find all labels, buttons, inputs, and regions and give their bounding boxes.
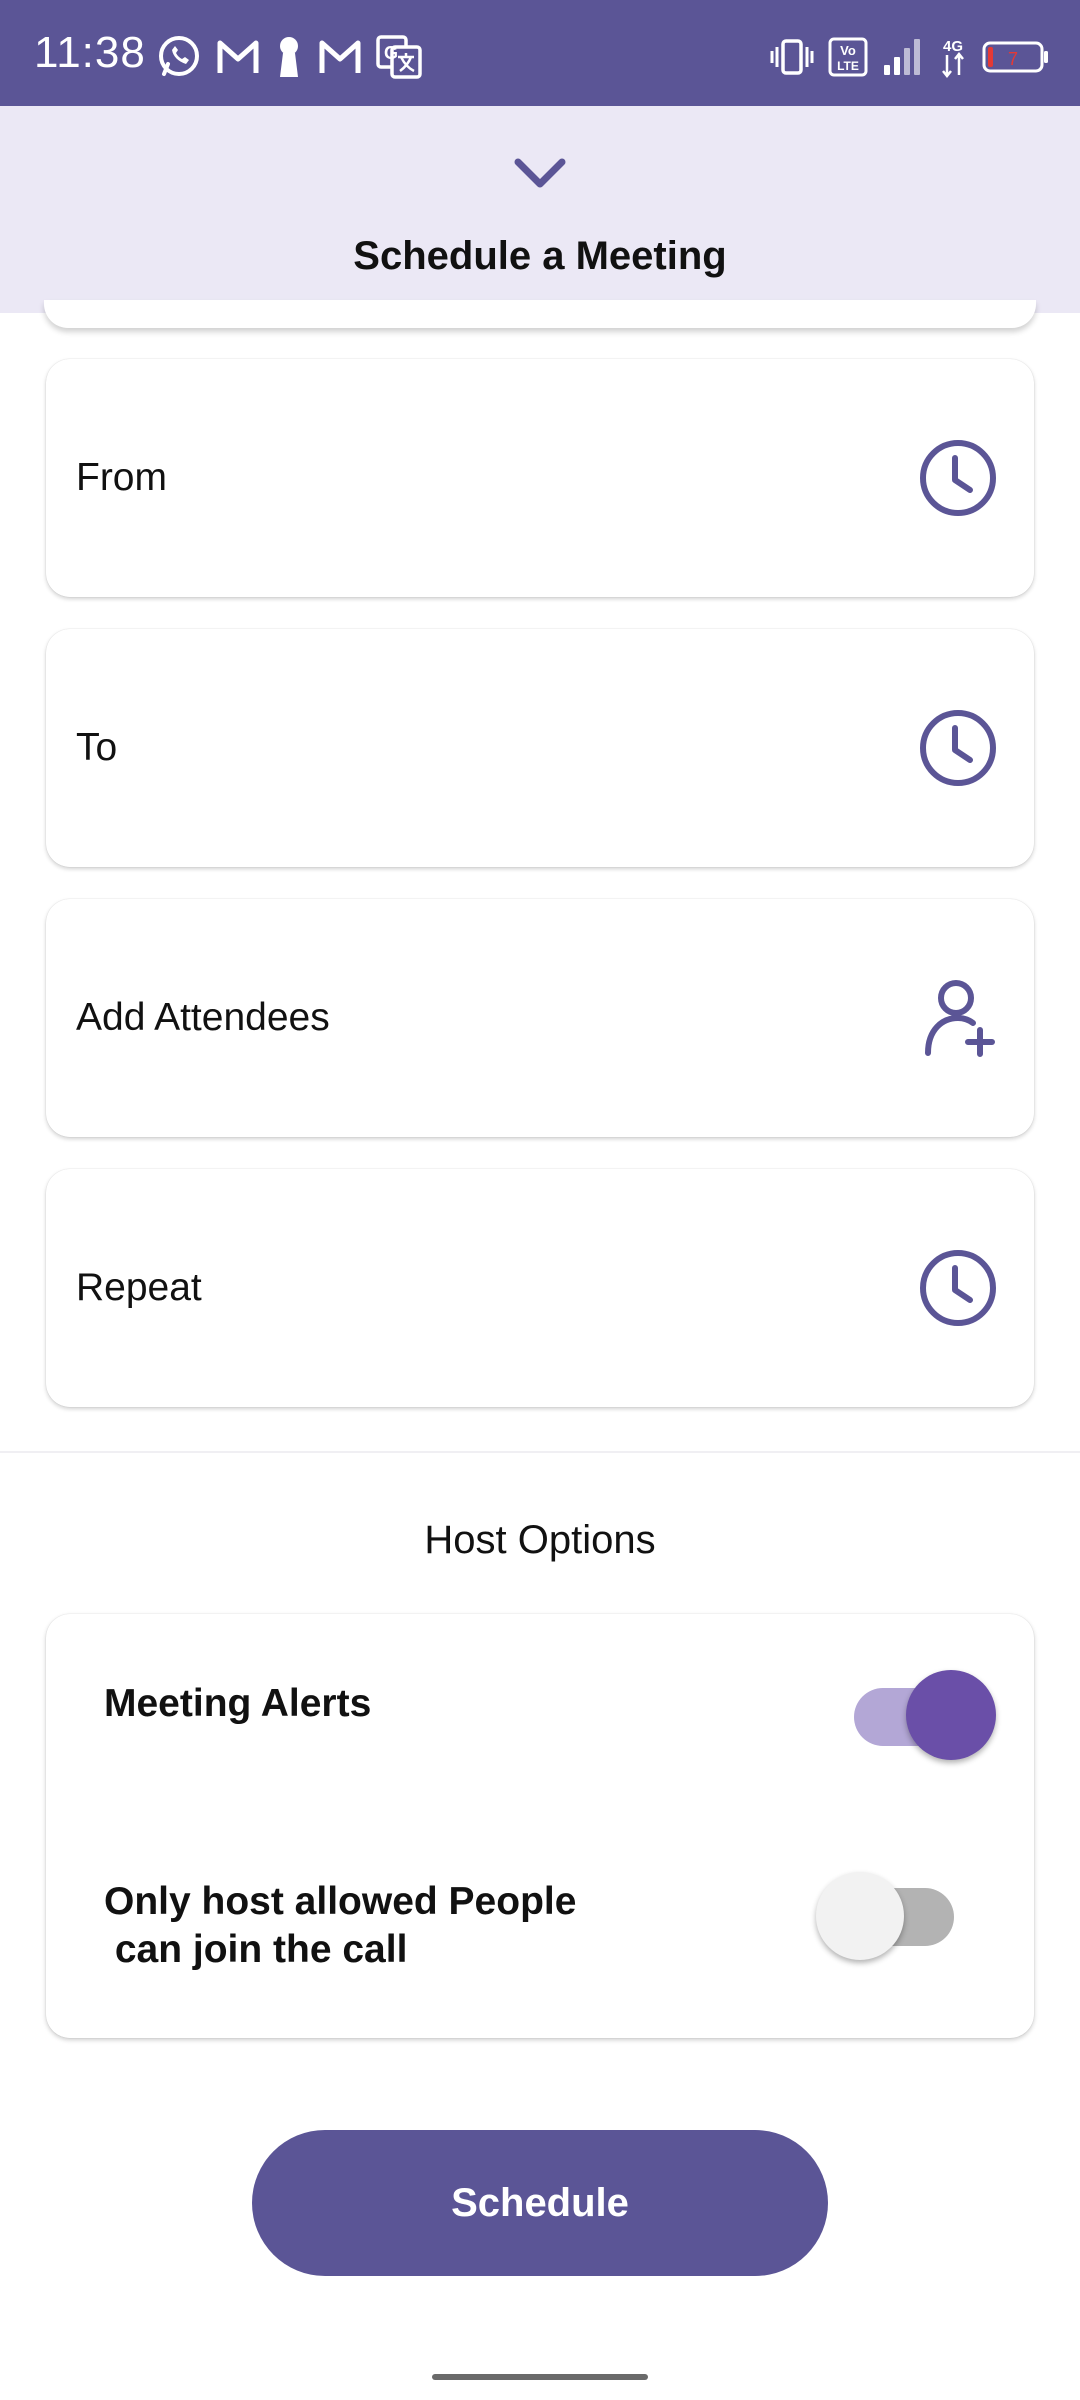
translate-icon: G [376,35,422,79]
meeting-alerts-toggle[interactable] [850,1668,996,1762]
repeat-field[interactable]: Repeat [46,1169,1034,1407]
vibrate-icon [770,39,814,75]
previous-field-card [44,300,1036,328]
gmail-icon [217,40,259,73]
section-divider [0,1451,1080,1453]
svg-text:4G: 4G [943,38,963,55]
status-bar: 11:38 G Vo LTE 4G 7 [0,0,1080,106]
add-attendees-label: Add Attendees [76,996,330,1039]
clock-icon [920,710,996,786]
whatsapp-icon [159,36,199,76]
page-title: Schedule a Meeting [353,234,727,278]
chevron-down-icon [514,158,566,188]
to-time-field[interactable]: To [46,629,1034,867]
to-label: To [76,726,118,769]
svg-text:7: 7 [1008,49,1018,69]
host-options-card: Meeting Alerts Only host allowed People … [46,1614,1034,2038]
svg-text:LTE: LTE [837,59,859,73]
volte-icon: Vo LTE [828,37,868,77]
meeting-alerts-label: Meeting Alerts [104,1682,372,1725]
add-attendees-field[interactable]: Add Attendees [46,899,1034,1137]
toggle-knob [816,1872,904,1960]
clock-icon [920,440,996,516]
sheet-header: Schedule a Meeting [0,106,1080,313]
4g-data-icon: 4G [942,38,964,79]
repeat-label: Repeat [76,1266,202,1309]
status-time: 11:38 [34,28,146,77]
schedule-button[interactable]: Schedule [252,2130,828,2276]
signal-icon [884,39,920,75]
home-indicator[interactable] [432,2374,648,2380]
svg-text:Vo: Vo [840,43,856,58]
system-icons: Vo LTE 4G 7 [770,30,1050,84]
keyhole-icon [280,37,298,77]
battery-icon: 7 [982,41,1048,73]
from-time-field[interactable]: From [46,359,1034,597]
add-person-icon [925,980,995,1057]
host-only-toggle[interactable] [814,1870,960,1964]
from-label: From [76,456,167,499]
host-only-label: Only host allowed People can join the ca… [104,1880,577,1971]
notification-icons: G [156,30,422,84]
host-options-title: Host Options [424,1518,656,1562]
clock-icon [920,1250,996,1326]
svg-text:G: G [384,43,398,63]
gmail-icon [319,40,361,73]
collapse-button[interactable] [500,144,580,204]
toggle-knob [906,1670,996,1760]
